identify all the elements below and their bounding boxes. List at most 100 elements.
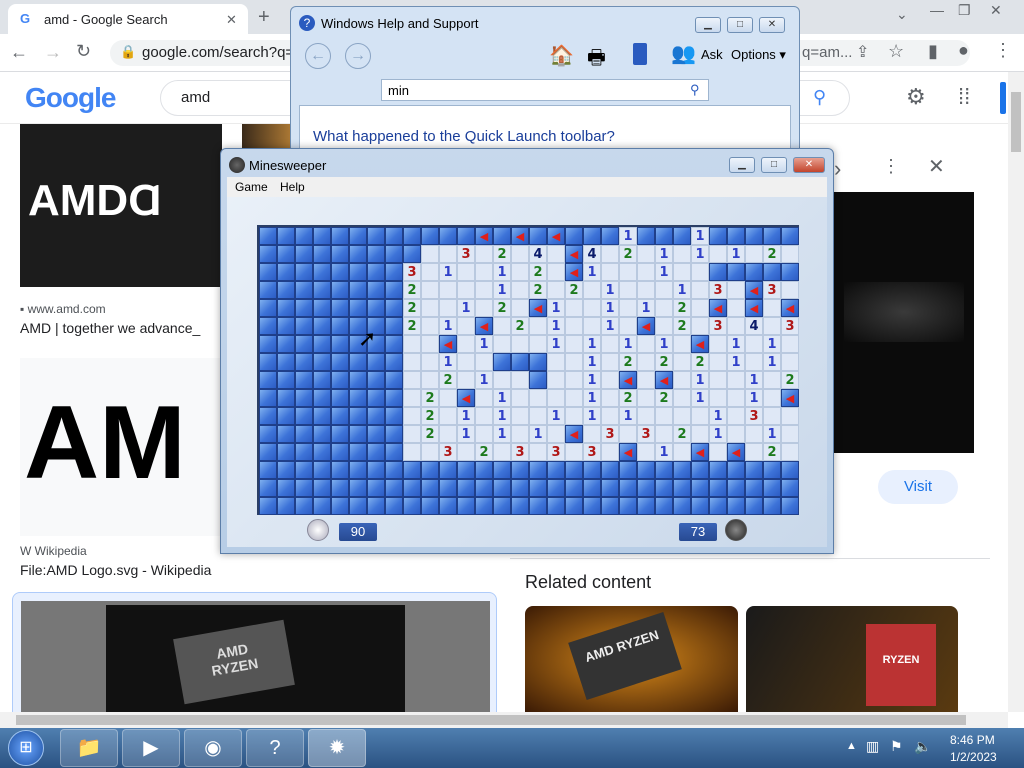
covered-cell[interactable] <box>295 443 313 461</box>
ask-icon[interactable]: 👥 <box>671 41 696 66</box>
number-cell[interactable]: 3 <box>511 443 529 461</box>
number-cell[interactable]: 1 <box>583 263 601 281</box>
number-cell[interactable]: 1 <box>763 353 781 371</box>
covered-cell[interactable] <box>763 461 781 479</box>
empty-cell[interactable] <box>673 389 691 407</box>
search-icon[interactable]: ⚲ <box>813 87 826 108</box>
covered-cell[interactable] <box>349 227 367 245</box>
covered-cell[interactable] <box>259 425 277 443</box>
number-cell[interactable]: 2 <box>655 389 673 407</box>
empty-cell[interactable] <box>421 245 439 263</box>
forward-icon[interactable]: → <box>44 42 62 63</box>
empty-cell[interactable] <box>637 353 655 371</box>
empty-cell[interactable] <box>511 299 529 317</box>
empty-cell[interactable] <box>421 281 439 299</box>
google-logo[interactable]: Google <box>25 82 116 114</box>
empty-cell[interactable] <box>475 389 493 407</box>
flagged-cell[interactable]: ◀ <box>565 425 583 443</box>
help-taskbar-icon[interactable]: ? <box>246 729 304 767</box>
number-cell[interactable]: 2 <box>403 299 421 317</box>
back-icon[interactable]: ← <box>10 42 28 63</box>
empty-cell[interactable] <box>781 281 799 299</box>
empty-cell[interactable] <box>637 407 655 425</box>
wikipedia-thumbnail[interactable]: AM <box>20 358 222 536</box>
covered-cell[interactable] <box>331 263 349 281</box>
covered-cell[interactable] <box>673 497 691 515</box>
covered-cell[interactable] <box>439 479 457 497</box>
number-cell[interactable]: 1 <box>457 407 475 425</box>
covered-cell[interactable] <box>439 227 457 245</box>
empty-cell[interactable] <box>655 317 673 335</box>
empty-cell[interactable] <box>583 299 601 317</box>
number-cell[interactable]: 1 <box>637 299 655 317</box>
empty-cell[interactable] <box>475 407 493 425</box>
empty-cell[interactable] <box>619 299 637 317</box>
side-panel-icon[interactable]: ▮ <box>928 41 938 62</box>
covered-cell[interactable] <box>709 479 727 497</box>
empty-cell[interactable] <box>781 425 799 443</box>
number-cell[interactable]: 2 <box>763 245 781 263</box>
empty-cell[interactable] <box>673 245 691 263</box>
empty-cell[interactable] <box>727 281 745 299</box>
empty-cell[interactable] <box>529 389 547 407</box>
number-cell[interactable]: 1 <box>709 407 727 425</box>
more-options-icon[interactable]: ⋮ <box>882 156 900 177</box>
empty-cell[interactable] <box>421 299 439 317</box>
empty-cell[interactable] <box>745 443 763 461</box>
covered-cell[interactable] <box>313 317 331 335</box>
empty-cell[interactable] <box>511 335 529 353</box>
number-cell[interactable]: 2 <box>619 389 637 407</box>
number-cell[interactable]: 2 <box>781 371 799 389</box>
number-cell[interactable]: 1 <box>709 425 727 443</box>
empty-cell[interactable] <box>763 407 781 425</box>
empty-cell[interactable] <box>475 245 493 263</box>
number-cell[interactable]: 1 <box>655 443 673 461</box>
covered-cell[interactable] <box>475 461 493 479</box>
empty-cell[interactable] <box>709 353 727 371</box>
number-cell[interactable]: 1 <box>439 317 457 335</box>
menu-help[interactable]: Help <box>280 180 305 194</box>
empty-cell[interactable] <box>727 407 745 425</box>
number-cell[interactable]: 2 <box>475 443 493 461</box>
flagged-cell[interactable]: ◀ <box>727 443 745 461</box>
number-cell[interactable]: 1 <box>547 407 565 425</box>
covered-cell[interactable] <box>349 497 367 515</box>
empty-cell[interactable] <box>673 263 691 281</box>
covered-cell[interactable] <box>295 425 313 443</box>
number-cell[interactable]: 2 <box>673 317 691 335</box>
covered-cell[interactable] <box>259 263 277 281</box>
covered-cell[interactable] <box>277 335 295 353</box>
covered-cell[interactable] <box>493 479 511 497</box>
number-cell[interactable]: 3 <box>457 245 475 263</box>
covered-cell[interactable] <box>349 281 367 299</box>
empty-cell[interactable] <box>403 425 421 443</box>
empty-cell[interactable] <box>745 425 763 443</box>
number-cell[interactable]: 2 <box>673 299 691 317</box>
number-cell[interactable]: 1 <box>763 335 781 353</box>
covered-cell[interactable] <box>691 479 709 497</box>
number-cell[interactable]: 1 <box>655 245 673 263</box>
covered-cell[interactable] <box>745 497 763 515</box>
covered-cell[interactable] <box>331 443 349 461</box>
number-cell[interactable]: 1 <box>493 425 511 443</box>
number-cell[interactable]: 2 <box>763 443 781 461</box>
covered-cell[interactable] <box>331 371 349 389</box>
covered-cell[interactable] <box>403 245 421 263</box>
empty-cell[interactable] <box>421 317 439 335</box>
empty-cell[interactable] <box>439 299 457 317</box>
number-cell[interactable]: 2 <box>565 281 583 299</box>
empty-cell[interactable] <box>547 281 565 299</box>
flagged-cell[interactable]: ◀ <box>565 245 583 263</box>
result1-title[interactable]: AMD | together we advance_ <box>20 320 200 336</box>
reload-icon[interactable]: ↻ <box>76 41 91 62</box>
covered-cell[interactable] <box>277 281 295 299</box>
number-cell[interactable]: 2 <box>529 281 547 299</box>
empty-cell[interactable] <box>565 407 583 425</box>
empty-cell[interactable] <box>691 407 709 425</box>
empty-cell[interactable] <box>673 371 691 389</box>
covered-cell[interactable] <box>331 245 349 263</box>
covered-cell[interactable] <box>367 407 385 425</box>
help-home-icon[interactable]: 🏠 <box>549 43 574 68</box>
covered-cell[interactable] <box>385 281 403 299</box>
covered-cell[interactable] <box>655 227 673 245</box>
